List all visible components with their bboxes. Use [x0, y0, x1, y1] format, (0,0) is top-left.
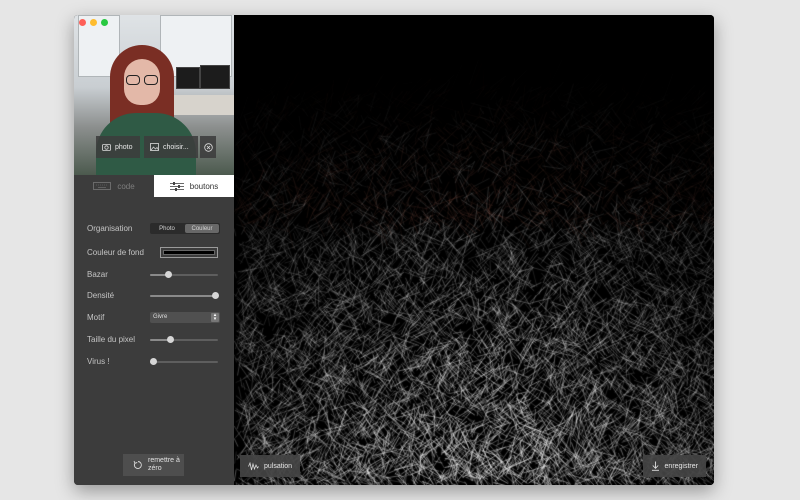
organisation-label: Organisation	[87, 224, 133, 233]
tab-code-label: code	[117, 181, 135, 191]
slider-thumb[interactable]	[150, 358, 158, 365]
background-color-well[interactable]	[160, 247, 218, 258]
webcam-person-glasses	[126, 75, 158, 85]
tab-boutons-label: boutons	[189, 181, 219, 191]
densite-row: Densité	[74, 289, 234, 303]
zoom-window-button[interactable]	[101, 19, 108, 26]
pixel-size-label: Taille du pixel	[87, 335, 136, 344]
sidebar: photo choisir... code boutons Organisati	[74, 15, 234, 485]
reset-icon	[133, 460, 142, 469]
updown-chevron-icon: ▴ ▾	[211, 313, 219, 322]
organisation-row: Organisation Photo Couleur	[74, 222, 234, 236]
bazar-slider[interactable]	[150, 271, 218, 279]
organisation-option-photo[interactable]: Photo	[150, 223, 184, 234]
minimize-window-button[interactable]	[90, 19, 97, 26]
pulse-button-label: pulsation	[264, 462, 293, 470]
generated-artwork	[234, 15, 714, 485]
webcam-bg-monitor	[200, 65, 230, 89]
virus-label: Virus !	[87, 357, 110, 366]
waveform-icon	[248, 461, 259, 470]
bazar-row: Bazar	[74, 268, 234, 282]
photo-button-label: photo	[115, 143, 133, 151]
background-color-label: Couleur de fond	[87, 248, 144, 257]
close-circle-icon	[203, 142, 213, 152]
reset-button-label: remettre à zéro	[148, 457, 180, 472]
webcam-preview: photo choisir...	[74, 15, 234, 175]
window-controls	[79, 19, 108, 26]
background-color-row: Couleur de fond	[74, 246, 234, 260]
densite-label: Densité	[87, 291, 115, 300]
choose-file-button-label: choisir...	[163, 143, 189, 151]
save-button-label: enregistrer	[664, 462, 698, 470]
close-window-button[interactable]	[79, 19, 86, 26]
photo-button[interactable]: photo	[96, 136, 140, 158]
bazar-label: Bazar	[87, 270, 108, 279]
tab-boutons[interactable]: boutons	[154, 175, 234, 197]
motif-label: Motif	[87, 313, 105, 322]
pixel-size-slider[interactable]	[150, 336, 218, 344]
choose-file-button[interactable]: choisir...	[144, 136, 198, 158]
keyboard-icon	[93, 182, 112, 190]
tab-code[interactable]: code	[74, 175, 154, 197]
slider-track	[150, 361, 218, 363]
slider-thumb[interactable]	[212, 292, 220, 299]
motif-select-value: Givre	[153, 314, 168, 320]
sliders-icon	[169, 181, 184, 191]
slider-fill	[150, 295, 216, 297]
motif-select[interactable]: Givre ▴ ▾	[150, 312, 220, 323]
mode-tabs: code boutons	[74, 175, 234, 197]
webcam-bg-monitor	[176, 67, 200, 89]
slider-thumb[interactable]	[165, 271, 173, 278]
artwork-canvas[interactable]: pulsation enregistrer	[234, 15, 714, 485]
pixel-size-row: Taille du pixel	[74, 333, 234, 347]
organisation-toggle[interactable]: Photo Couleur	[150, 223, 220, 234]
color-swatch	[163, 250, 215, 255]
reset-button[interactable]: remettre à zéro	[123, 454, 184, 476]
virus-slider[interactable]	[150, 358, 218, 366]
camera-icon	[102, 144, 111, 151]
motif-row: Motif Givre ▴ ▾	[74, 311, 234, 325]
app-window: photo choisir... code boutons Organisati	[74, 15, 714, 485]
image-icon	[150, 143, 159, 151]
organisation-option-couleur[interactable]: Couleur	[185, 224, 219, 233]
download-icon	[651, 461, 659, 471]
pulse-button[interactable]: pulsation	[240, 455, 301, 477]
save-button[interactable]: enregistrer	[642, 455, 706, 477]
virus-row: Virus !	[74, 355, 234, 369]
slider-thumb[interactable]	[167, 336, 175, 343]
densite-slider[interactable]	[150, 292, 220, 300]
clear-image-button[interactable]	[200, 136, 216, 158]
